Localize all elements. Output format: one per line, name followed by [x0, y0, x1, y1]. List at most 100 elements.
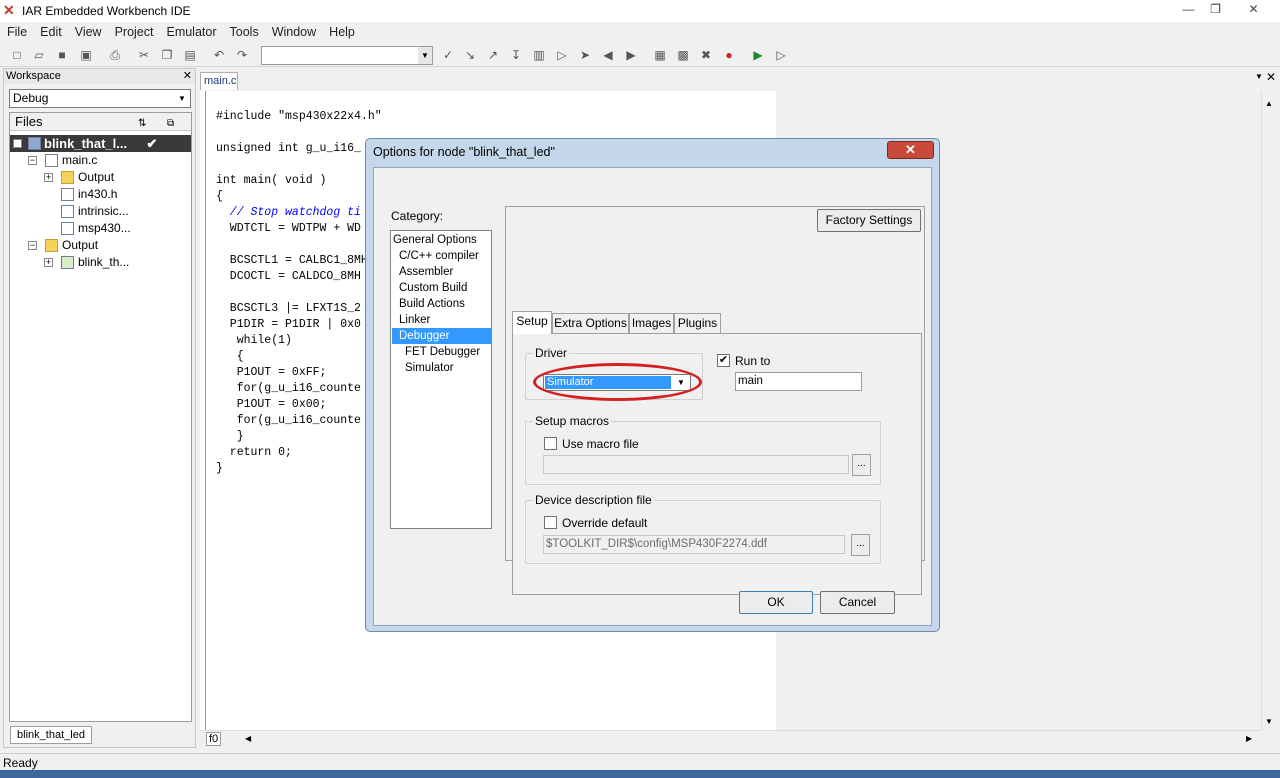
- tree-item-label: intrinsic...: [78, 204, 129, 218]
- category-general-options[interactable]: General Options: [392, 232, 491, 248]
- scroll-right-icon[interactable]: ▶: [1246, 734, 1252, 743]
- close-button[interactable]: ✕: [1240, 0, 1267, 18]
- menu-window[interactable]: Window: [265, 22, 322, 39]
- breakpoint-icon[interactable]: ●: [721, 47, 737, 63]
- code-line: for(g_u_i16_counte: [216, 414, 361, 427]
- save-all-icon[interactable]: ▣: [78, 47, 94, 63]
- category-debugger[interactable]: Debugger: [392, 328, 491, 344]
- maximize-button[interactable]: ❐: [1202, 0, 1229, 18]
- undo-icon[interactable]: ↶: [211, 47, 227, 63]
- header-file-icon: [61, 188, 74, 201]
- menu-help[interactable]: Help: [322, 22, 361, 39]
- code-line: // Stop watchdog ti: [216, 206, 361, 219]
- redo-icon[interactable]: ↷: [234, 47, 250, 63]
- options-icon[interactable]: ⧉: [167, 115, 174, 133]
- configuration-select[interactable]: Debug ▼: [9, 89, 191, 108]
- tree-project-label: blink_that_l...: [44, 136, 128, 151]
- find-icon[interactable]: ↗: [485, 47, 501, 63]
- use-macro-checkbox[interactable]: [544, 437, 557, 450]
- print-icon[interactable]: ⎙: [107, 47, 123, 63]
- navigate-forward-icon[interactable]: ➤: [577, 47, 593, 63]
- collapse-icon[interactable]: −: [28, 241, 37, 250]
- sort-icon[interactable]: ⇅: [138, 115, 146, 133]
- scroll-up-icon[interactable]: ▲: [1265, 99, 1273, 108]
- cancel-button[interactable]: Cancel: [820, 591, 895, 614]
- collapse-icon[interactable]: −: [28, 156, 37, 165]
- category-c-compiler[interactable]: C/C++ compiler: [392, 248, 491, 264]
- tab-setup[interactable]: Setup: [512, 311, 552, 334]
- run-to-checkbox[interactable]: ✔: [717, 354, 730, 367]
- close-icon[interactable]: ✕: [1266, 70, 1276, 84]
- close-icon[interactable]: ✕: [183, 69, 192, 84]
- code-line: P1DIR = P1DIR | 0x0: [216, 318, 361, 331]
- copy-icon[interactable]: ❐: [159, 47, 175, 63]
- replace-icon[interactable]: ↧: [508, 47, 524, 63]
- tree-project-item[interactable]: − blink_that_l... ✔: [10, 135, 191, 152]
- tree-item-label: blink_th...: [78, 255, 130, 269]
- category-assembler[interactable]: Assembler: [392, 264, 491, 280]
- save-icon[interactable]: ■: [54, 47, 70, 63]
- factory-settings-button[interactable]: Factory Settings: [817, 209, 921, 232]
- compile-icon[interactable]: ▦: [652, 47, 668, 63]
- folder-icon: [45, 239, 58, 252]
- ok-button[interactable]: OK: [739, 591, 813, 614]
- category-custom-build[interactable]: Custom Build: [392, 280, 491, 296]
- find-combo[interactable]: ▼: [261, 46, 433, 65]
- run-to-input[interactable]: main: [735, 372, 862, 391]
- scroll-down-icon[interactable]: ▼: [1265, 717, 1273, 726]
- menu-bar: File Edit View Project Emulator Tools Window He…: [0, 22, 1280, 42]
- open-file-icon[interactable]: ▱: [31, 47, 47, 63]
- expand-icon[interactable]: +: [44, 258, 53, 267]
- tab-plugins[interactable]: Plugins: [674, 313, 721, 333]
- dialog-close-button[interactable]: ✕: [887, 141, 934, 159]
- collapse-icon[interactable]: −: [13, 139, 22, 148]
- vertical-scrollbar[interactable]: ▲ ▼: [1261, 91, 1278, 730]
- workspace-tab[interactable]: blink_that_led: [10, 726, 92, 744]
- forward-icon[interactable]: ▶: [623, 47, 639, 63]
- tab-main-c[interactable]: main.c: [200, 72, 238, 90]
- new-file-icon[interactable]: □: [9, 47, 25, 63]
- category-fet-debugger[interactable]: FET Debugger: [392, 344, 491, 360]
- workspace-title: Workspace: [4, 69, 195, 84]
- expand-icon[interactable]: +: [44, 173, 53, 182]
- title-bar: ✕ IAR Embedded Workbench IDE — ❐ ✕: [0, 0, 1280, 22]
- toggle-bookmark-icon[interactable]: ✓: [440, 47, 456, 63]
- next-bookmark-icon[interactable]: ↘: [462, 47, 478, 63]
- minimize-button[interactable]: —: [1175, 0, 1202, 18]
- header-file-icon: [61, 222, 74, 235]
- menu-edit[interactable]: Edit: [33, 22, 68, 39]
- chevron-down-icon[interactable]: ▼: [1255, 72, 1263, 81]
- browse-ddf-button[interactable]: ...: [851, 534, 870, 556]
- menu-project[interactable]: Project: [108, 22, 160, 39]
- header-file-icon: [61, 205, 74, 218]
- back-icon[interactable]: ◀: [600, 47, 616, 63]
- code-line: return 0;: [216, 446, 292, 459]
- navigate-icon[interactable]: ▷: [554, 47, 570, 63]
- menu-emulator[interactable]: Emulator: [159, 22, 222, 39]
- category-linker[interactable]: Linker: [392, 312, 491, 328]
- horizontal-scrollbar[interactable]: f0 ◀ ▶: [200, 730, 1261, 747]
- debug-icon[interactable]: ▶: [750, 47, 766, 63]
- cut-icon[interactable]: ✂: [136, 47, 152, 63]
- category-list[interactable]: General Options C/C++ compiler Assembler…: [390, 230, 492, 529]
- stop-build-icon[interactable]: ✖: [698, 47, 714, 63]
- paste-icon[interactable]: ▤: [182, 47, 198, 63]
- browse-macro-button[interactable]: ...: [852, 454, 871, 476]
- category-simulator[interactable]: Simulator: [392, 360, 491, 376]
- category-build-actions[interactable]: Build Actions: [392, 296, 491, 312]
- goto-icon[interactable]: ▥: [531, 47, 547, 63]
- make-icon[interactable]: ▩: [675, 47, 691, 63]
- debug-without-download-icon[interactable]: ▷: [773, 47, 789, 63]
- scroll-left-icon[interactable]: ◀: [245, 734, 251, 743]
- menu-file[interactable]: File: [0, 22, 33, 39]
- code-line: BCSCTL1 = CALBC1_8MH: [216, 254, 368, 267]
- tab-extra-options[interactable]: Extra Options: [552, 313, 629, 333]
- menu-tools[interactable]: Tools: [223, 22, 265, 39]
- tab-images[interactable]: Images: [629, 313, 674, 333]
- override-default-checkbox[interactable]: [544, 516, 557, 529]
- function-nav-button[interactable]: f0: [206, 732, 222, 746]
- code-line: {: [216, 350, 244, 363]
- chevron-down-icon[interactable]: ▼: [176, 92, 188, 105]
- chevron-down-icon[interactable]: ▼: [418, 47, 432, 64]
- menu-view[interactable]: View: [68, 22, 108, 39]
